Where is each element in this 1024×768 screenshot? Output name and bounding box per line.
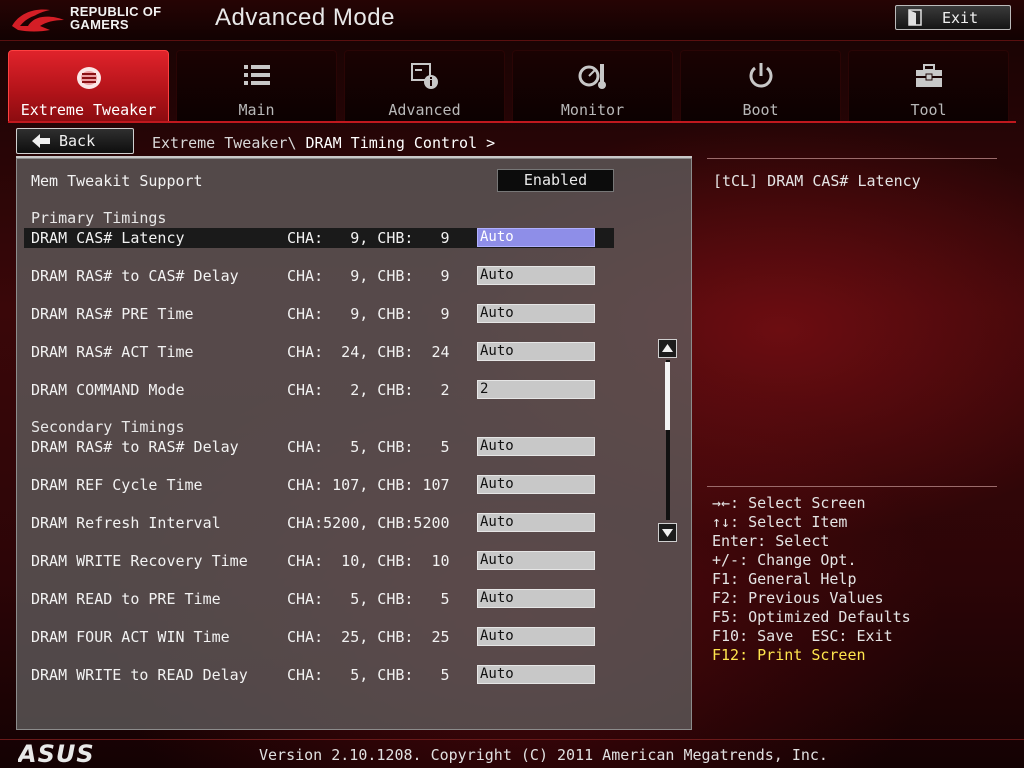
mem-tweakit-value-button[interactable]: Enabled [497,169,614,192]
tab-label: Main [238,101,275,119]
primary-timings-heading: Primary Timings [31,209,167,227]
setting-name: DRAM RAS# PRE Time [31,305,194,323]
secondary-timings-heading: Secondary Timings [31,418,185,436]
back-label: Back [59,132,96,150]
tab-label: Tool [910,101,947,119]
exit-button[interactable]: Exit [895,5,1011,30]
svg-text:ASUS: ASUS [18,741,95,765]
setting-value-field[interactable]: Auto [477,665,595,684]
channel-values: CHA: 9, CHB: 9 [287,267,450,285]
breadcrumb-path[interactable]: Extreme Tweaker\ [152,134,306,152]
setting-value-field[interactable]: Auto [477,627,595,646]
tab-advanced[interactable]: Advanced [344,50,505,122]
list-icon [243,65,270,85]
channel-values: CHA: 24, CHB: 24 [287,343,450,361]
key-hint-f10-esc: F10: Save ESC: Exit [712,627,893,645]
channel-values: CHA: 9, CHB: 9 [287,229,450,247]
toolbox-icon [915,64,942,87]
mode-title: Advanced Mode [215,4,395,31]
help-divider-mid [707,486,997,487]
tab-underline [8,121,1016,123]
channel-values: CHA:5200, CHB:5200 [287,514,450,532]
triangle-up-icon [662,344,673,352]
monitor-gauge-icon [578,64,606,89]
setting-name: DRAM READ to PRE Time [31,590,221,608]
setting-name: DRAM Refresh Interval [31,514,221,532]
triangle-down-icon [662,529,673,537]
help-divider-top [707,158,997,159]
main-tabs: Extreme Tweaker Main Advanced Monitor Bo… [8,50,1016,122]
setting-name: DRAM RAS# to CAS# Delay [31,267,239,285]
extreme-tweaker-icon [76,67,101,89]
channel-values: CHA: 5, CHB: 5 [287,438,450,456]
tab-main[interactable]: Main [176,50,337,122]
key-hint-f5: F5: Optimized Defaults [712,608,911,626]
setting-value-field[interactable]: Auto [477,228,595,247]
setting-name: DRAM WRITE to READ Delay [31,666,248,684]
setting-value-field[interactable]: Auto [477,589,595,608]
power-icon [749,63,772,88]
channel-values: CHA: 10, CHB: 10 [287,552,450,570]
scrollbar-thumb[interactable] [665,362,670,430]
channel-values: CHA: 5, CHB: 5 [287,666,450,684]
setting-name: DRAM WRITE Recovery Time [31,552,248,570]
setting-value-field[interactable]: Auto [477,475,595,494]
channel-values: CHA: 9, CHB: 9 [287,305,450,323]
setting-name: DRAM REF Cycle Time [31,476,203,494]
tab-monitor[interactable]: Monitor [512,50,673,122]
tab-label: Extreme Tweaker [20,101,157,119]
setting-row-dram-cas-latency[interactable]: DRAM CAS# Latency CHA: 9, CHB: 9 Auto [24,228,614,248]
title-bar: REPUBLIC OF GAMERS Advanced Mode Exit [0,0,1024,41]
channel-values: CHA: 25, CHB: 25 [287,628,450,646]
key-hint-enter: Enter: Select [712,532,830,550]
tab-extreme-tweaker[interactable]: Extreme Tweaker [8,50,169,122]
exit-label: Exit [942,8,979,27]
setting-value-field[interactable]: 2 [477,380,595,399]
tab-label: Boot [742,101,779,119]
exit-door-icon [908,9,922,26]
brand-name: REPUBLIC OF GAMERS [70,4,162,32]
setting-value-field[interactable]: Auto [477,551,595,570]
setting-value-field[interactable]: Auto [477,513,595,532]
key-legend: →←: Select Screen ↑↓: Select Item Enter:… [712,494,911,665]
advanced-settings-icon [410,63,438,89]
scroll-down-button[interactable] [658,523,677,542]
channel-values: CHA: 107, CHB: 107 [287,476,450,494]
tab-tool[interactable]: Tool [848,50,1009,122]
key-hint-select-screen: →←: Select Screen [712,494,866,512]
tab-boot[interactable]: Boot [680,50,841,122]
tab-label: Advanced [388,101,461,119]
panel-top-border [16,156,692,158]
setting-value-field[interactable]: Auto [477,266,595,285]
key-hint-f2: F2: Previous Values [712,589,884,607]
rog-logo-icon [12,9,64,32]
setting-name: DRAM RAS# to RAS# Delay [31,438,239,456]
tab-label: Monitor [560,101,625,119]
setting-name: DRAM COMMAND Mode [31,381,185,399]
footer-divider [0,739,1024,740]
setting-name: DRAM RAS# ACT Time [31,343,194,361]
setting-name: DRAM CAS# Latency [31,229,185,247]
setting-name: Mem Tweakit Support [31,172,203,190]
key-hint-f1: F1: General Help [712,570,857,588]
breadcrumb: Extreme Tweaker\ DRAM Timing Control > [152,134,495,152]
setting-value-field[interactable]: Auto [477,342,595,361]
key-hint-f12: F12: Print Screen [712,646,866,664]
asus-logo: ASUS [18,741,95,765]
channel-values: CHA: 5, CHB: 5 [287,590,450,608]
back-arrow-icon [32,134,50,148]
channel-values: CHA: 2, CHB: 2 [287,381,450,399]
setting-value-field[interactable]: Auto [477,437,595,456]
version-copyright: Version 2.10.1208. Copyright (C) 2011 Am… [259,746,828,764]
scroll-up-button[interactable] [658,339,677,358]
help-description: [tCL] DRAM CAS# Latency [713,172,921,190]
setting-name: DRAM FOUR ACT WIN Time [31,628,230,646]
back-button[interactable]: Back [16,128,134,154]
key-hint-select-item: ↑↓: Select Item [712,513,848,531]
breadcrumb-current: DRAM Timing Control > [305,134,496,152]
setting-value-field[interactable]: Auto [477,304,595,323]
key-hint-change-opt: +/-: Change Opt. [712,551,857,569]
